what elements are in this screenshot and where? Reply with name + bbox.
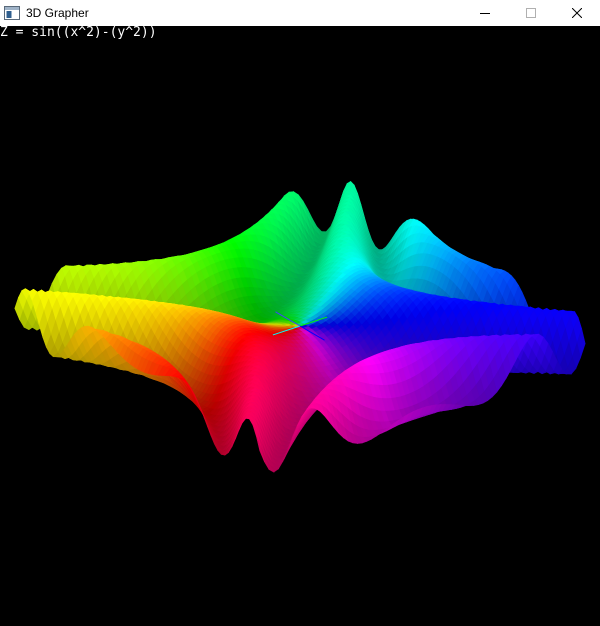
surface-plot (14, 180, 586, 473)
minimize-icon (480, 13, 490, 14)
close-button[interactable] (554, 0, 600, 26)
app-window-icon (4, 6, 20, 20)
close-icon (572, 8, 582, 18)
title-bar[interactable]: 3D Grapher (0, 0, 600, 26)
app-window: 3D Grapher Z = sin((x^2)-(y^2)) (0, 0, 600, 626)
graph-canvas[interactable]: Z = sin((x^2)-(y^2)) (0, 26, 600, 626)
maximize-icon (526, 8, 536, 18)
maximize-button[interactable] (508, 0, 554, 26)
minimize-button[interactable] (462, 0, 508, 26)
equation-label: Z = sin((x^2)-(y^2)) (0, 26, 157, 40)
window-title: 3D Grapher (26, 6, 89, 20)
